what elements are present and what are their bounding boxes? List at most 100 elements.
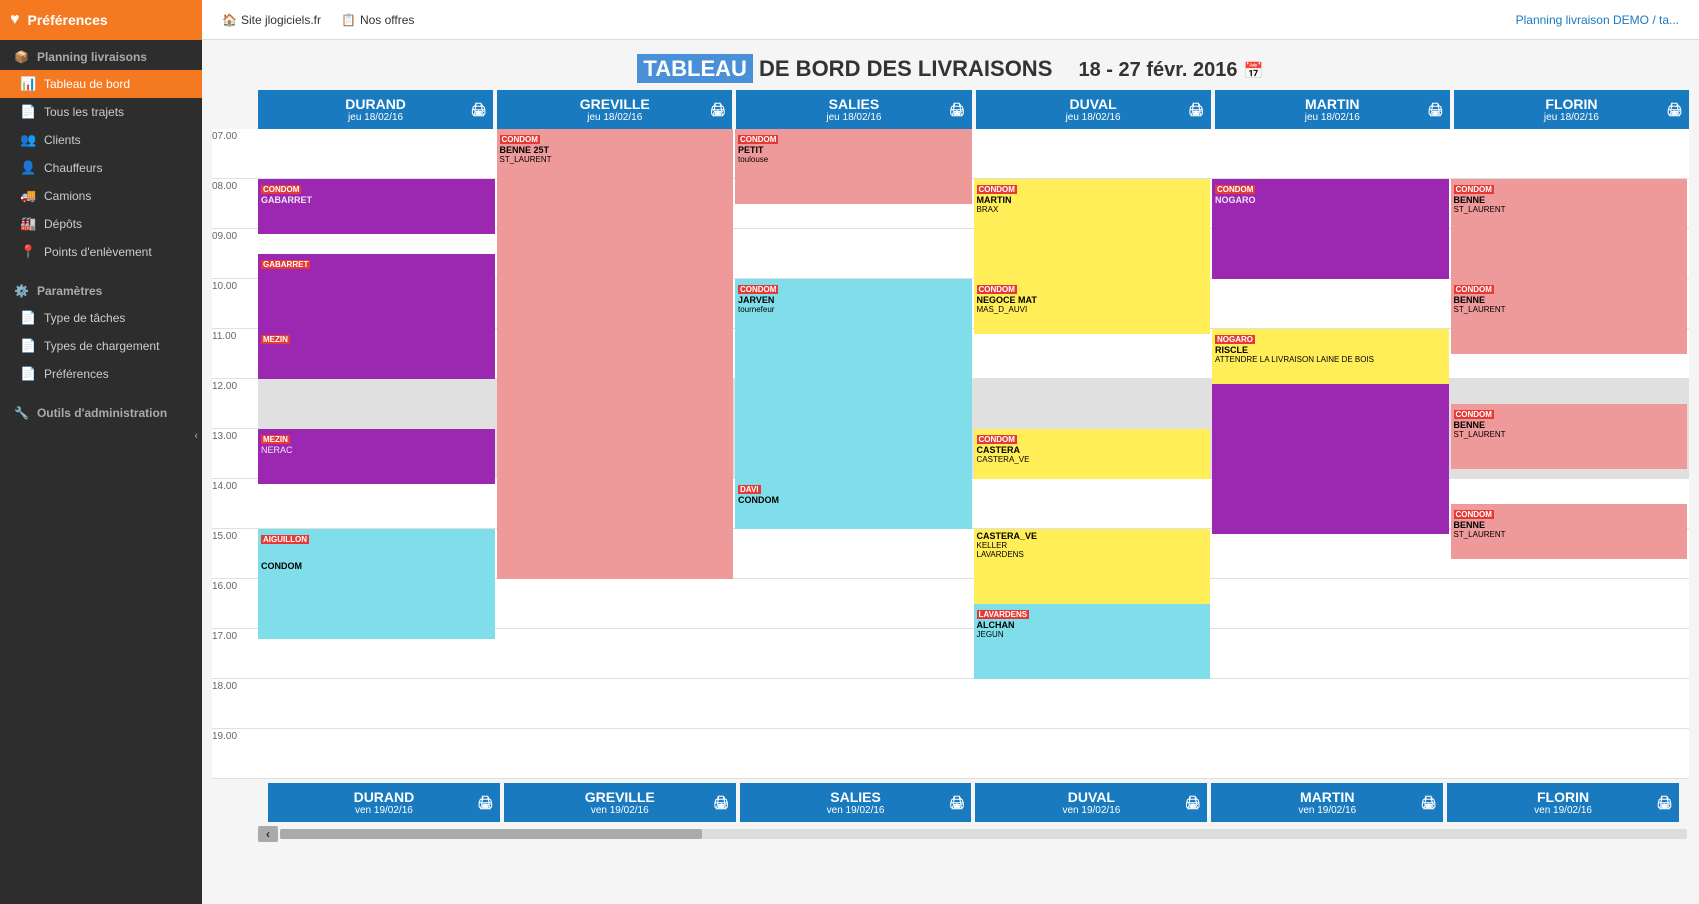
event-durand-4[interactable]: MEZIN NERAC	[258, 429, 495, 484]
event-durand-1[interactable]: CONDOM GABARRET	[258, 179, 495, 234]
event-florin-2[interactable]: CONDOM BENNE ST_LAURENT	[1451, 279, 1688, 354]
scrollbar-thumb[interactable]	[280, 829, 702, 839]
event-greville-2[interactable]	[497, 204, 734, 579]
preferences-icon: 📄	[20, 366, 36, 382]
event-place: MARTIN	[977, 195, 1208, 205]
sidebar-item-clients[interactable]: 👥 Clients	[0, 126, 202, 154]
event-label: CONDOM	[1454, 285, 1494, 294]
print-duval[interactable]: 🖨	[1188, 102, 1205, 118]
event-durand-5[interactable]: AIGUILLON	[258, 529, 495, 559]
event-place: NOGARO	[1215, 195, 1446, 205]
event-duval-1[interactable]: CONDOM MARTIN BRAX	[974, 179, 1211, 279]
sidebar-item-tableau[interactable]: 📊 Tableau de bord	[0, 70, 202, 98]
sidebar-item-taches[interactable]: 📄 Type de tâches	[0, 304, 202, 332]
header-florin: FLORIN jeu 18/02/16 🖨	[1454, 90, 1689, 129]
print-footer-duval[interactable]: 🖨	[1185, 795, 1202, 811]
event-greville-1[interactable]: CONDOM BENNE 25T ST_LAURENT	[497, 129, 734, 204]
event-martin-1[interactable]: CONDOM NOGARO	[1212, 179, 1449, 279]
time-1900: 19.00	[212, 729, 258, 779]
sidebar-clients-label: Clients	[44, 133, 81, 147]
calendar-icon[interactable]: 📅	[1244, 63, 1264, 80]
header-durand: DURAND jeu 18/02/16 🖨	[258, 90, 493, 129]
trajets-icon: 📄	[20, 104, 36, 120]
print-footer-martin[interactable]: 🖨	[1421, 795, 1438, 811]
print-durand[interactable]: 🖨	[471, 102, 488, 118]
nav-offres[interactable]: 📋 Nos offres	[341, 13, 414, 27]
header-martin-name: MARTIN	[1305, 96, 1359, 112]
event-label: CONDOM	[738, 135, 778, 144]
scroll-left-btn[interactable]: ‹	[258, 826, 278, 842]
taches-icon: 📄	[20, 310, 36, 326]
event-durand-3[interactable]: MEZIN	[258, 329, 495, 379]
sidebar-tableau-label: Tableau de bord	[44, 77, 130, 91]
depots-icon: 🏭	[20, 216, 36, 232]
event-place: CONDOM	[261, 561, 492, 571]
event-sub: ST_LAURENT	[1454, 205, 1685, 214]
schedule-grid: 07.00 08.00 09.00 10.00 11.00 12.00 13.0…	[212, 129, 1689, 779]
event-salies-3[interactable]: DAVI CONDOM	[735, 479, 972, 529]
event-durand-2[interactable]: GABARRET	[258, 254, 495, 329]
event-duval-3[interactable]: CONDOM CASTERA CASTERA_VE	[974, 429, 1211, 479]
event-martin-3[interactable]	[1212, 384, 1449, 534]
topbar-right-link[interactable]: Planning livraison DEMO / ta...	[1516, 13, 1699, 27]
parametres-icon: ⚙️	[14, 284, 29, 298]
time-column: 07.00 08.00 09.00 10.00 11.00 12.00 13.0…	[212, 129, 258, 779]
sidebar-item-camions[interactable]: 🚚 Camions	[0, 182, 202, 210]
print-salies[interactable]: 🖨	[949, 102, 966, 118]
event-label: NOGARO	[1215, 335, 1255, 344]
sidebar: 📦 Planning livraisons 📊 Tableau de bord …	[0, 40, 202, 904]
chauffeurs-icon: 👤	[20, 160, 36, 176]
event-label: MEZIN	[261, 435, 290, 444]
event-florin-3[interactable]: CONDOM BENNE ST_LAURENT	[1451, 404, 1688, 469]
brand-bar[interactable]: ♥ Préférences	[0, 0, 202, 40]
event-label: CONDOM	[977, 435, 1017, 444]
sidebar-item-chargement[interactable]: 📄 Types de chargement	[0, 332, 202, 360]
scroll-area[interactable]: ‹	[212, 826, 1689, 842]
event-salies-2[interactable]: CONDOM JARVEN tournefeur	[735, 279, 972, 479]
event-place: BENNE	[1454, 295, 1685, 305]
event-sub: ST_LAURENT	[500, 155, 731, 164]
sidebar-trajets-label: Tous les trajets	[44, 105, 124, 119]
sidebar-chargement-label: Types de chargement	[44, 339, 159, 353]
event-duval-5[interactable]: LAVARDENS ALCHAN JEGUN	[974, 604, 1211, 679]
page-header: TABLEAU DE BORD DES LIVRAISONS 18 - 27 f…	[202, 40, 1699, 90]
schedule-durand: CONDOM GABARRET GABARRET MEZIN MEZIN NER…	[258, 129, 497, 779]
home-icon: 🏠	[222, 13, 237, 27]
schedule-duval: CONDOM MARTIN BRAX CONDOM NEGOCE MAT MAS…	[974, 129, 1213, 779]
sidebar-item-preferences[interactable]: 📄 Préférences	[0, 360, 202, 388]
event-place: GABARRET	[261, 195, 492, 205]
event-place: BENNE	[1454, 520, 1685, 530]
footer-salies: SALIES ven 19/02/16 🖨	[740, 783, 972, 822]
event-duval-4[interactable]: CASTERA_VE KELLER LAVARDENS	[974, 529, 1211, 604]
print-footer-salies[interactable]: 🖨	[949, 795, 966, 811]
print-martin[interactable]: 🖨	[1427, 102, 1444, 118]
event-sub: KELLER	[977, 541, 1208, 550]
print-florin[interactable]: 🖨	[1667, 102, 1684, 118]
sidebar-item-points[interactable]: 📍 Points d'enlèvement	[0, 238, 202, 266]
scrollbar-track[interactable]	[280, 829, 1687, 839]
print-footer-durand[interactable]: 🖨	[477, 795, 494, 811]
nav-site-label: Site jlogiciels.fr	[241, 13, 321, 27]
event-salies-1[interactable]: CONDOM PETIT toulouse	[735, 129, 972, 204]
event-sub: ST_LAURENT	[1454, 305, 1685, 314]
content-area: TABLEAU DE BORD DES LIVRAISONS 18 - 27 f…	[202, 40, 1699, 904]
print-footer-greville[interactable]: 🖨	[713, 795, 730, 811]
sidebar-item-depots[interactable]: 🏭 Dépôts	[0, 210, 202, 238]
event-florin-1[interactable]: CONDOM BENNE ST_LAURENT	[1451, 179, 1688, 279]
event-durand-6[interactable]: CONDOM	[258, 559, 495, 639]
sidebar-item-chauffeurs[interactable]: 👤 Chauffeurs	[0, 154, 202, 182]
event-sub2: LAVARDENS	[977, 550, 1208, 559]
event-florin-4[interactable]: CONDOM BENNE ST_LAURENT	[1451, 504, 1688, 559]
footer-martin-name: MARTIN	[1300, 789, 1354, 805]
nav-site[interactable]: 🏠 Site jlogiciels.fr	[222, 13, 321, 27]
time-1800: 18.00	[212, 679, 258, 729]
event-duval-2[interactable]: CONDOM NEGOCE MAT MAS_D_AUVI	[974, 279, 1211, 334]
event-martin-2[interactable]: NOGARO RISCLE ATTENDRE LA LIVRAISON LAIN…	[1212, 329, 1449, 384]
print-footer-florin[interactable]: 🖨	[1656, 795, 1673, 811]
sidebar-item-trajets[interactable]: 📄 Tous les trajets	[0, 98, 202, 126]
sidebar-collapse[interactable]: ‹	[0, 426, 202, 446]
event-label: DAVI	[738, 485, 761, 494]
print-greville[interactable]: 🖨	[710, 102, 727, 118]
footer-duval: DUVAL ven 19/02/16 🖨	[975, 783, 1207, 822]
sidebar-points-label: Points d'enlèvement	[44, 245, 152, 259]
